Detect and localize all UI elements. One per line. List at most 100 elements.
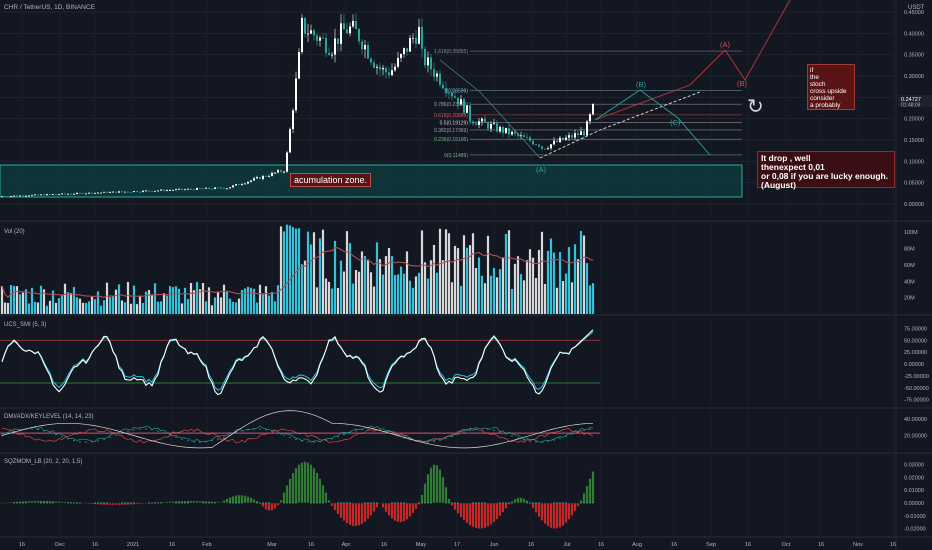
time-tick-label: 16	[19, 542, 25, 548]
chart[interactable]: 1.618(0.35855)1(0.26599)0.786(0.23398)0.…	[0, 0, 932, 550]
candle-body	[268, 176, 270, 177]
volume-bar	[519, 274, 523, 314]
candle-body	[586, 121, 588, 136]
candle-body	[382, 68, 384, 70]
volume-bar	[123, 302, 127, 314]
sqz-bar	[360, 502, 364, 524]
dmi-dot	[367, 428, 369, 430]
sqz-bar	[501, 502, 505, 513]
volume-tick-label: 100M	[904, 230, 918, 236]
time-tick-label: Dec	[55, 542, 65, 548]
candle-body	[205, 187, 207, 189]
candle-body	[553, 140, 555, 145]
sqz-dot	[484, 502, 486, 504]
sqz-dot	[505, 502, 507, 504]
volume-bar	[36, 302, 40, 314]
candle-body	[400, 54, 402, 58]
volume-bar	[561, 281, 565, 314]
sqz-dot	[100, 502, 102, 504]
volume-bar	[444, 229, 448, 314]
volume-bar	[57, 298, 61, 314]
candle-body	[52, 194, 54, 195]
candle-body	[418, 26, 420, 44]
sqz-bar	[522, 498, 526, 503]
candle-body	[190, 188, 192, 190]
sqz-dot	[571, 502, 573, 504]
volume-tick-label: 80M	[904, 247, 915, 253]
sqz-dot	[436, 502, 438, 504]
candle-body	[391, 70, 393, 76]
volume-bar	[174, 286, 178, 314]
volume-bar	[210, 305, 214, 314]
sqz-bar	[381, 502, 385, 508]
sqz-dot	[106, 502, 108, 504]
candle-body	[562, 137, 564, 140]
volume-bar	[558, 252, 562, 314]
sqz-bar	[462, 502, 466, 521]
sqz-dot	[7, 502, 9, 504]
candle-body	[349, 26, 351, 34]
volume-bar	[0, 286, 4, 314]
candle-body	[178, 188, 180, 190]
volume-bar	[18, 294, 22, 314]
candle-body	[118, 191, 120, 193]
sqz-bar	[231, 496, 235, 503]
sqz-dot	[184, 502, 186, 504]
dmi-dot	[79, 440, 81, 443]
volume-bar	[222, 284, 226, 314]
sqz-bar	[402, 502, 406, 522]
dmi-dot	[427, 441, 429, 443]
sqz-dot	[313, 502, 315, 504]
sqz-dot	[25, 502, 27, 504]
sqz-dot	[286, 502, 288, 504]
sqz-bar	[306, 462, 310, 503]
sqz-dot	[451, 502, 453, 504]
candle-body	[241, 184, 243, 185]
wave-label-b-red: (B)	[737, 79, 748, 88]
volume-bar	[477, 257, 481, 314]
sqz-dot	[334, 502, 336, 504]
volume-bar	[171, 287, 175, 314]
candle-body	[76, 192, 78, 194]
sqz-dot	[136, 502, 138, 504]
volume-bar	[309, 244, 313, 314]
sqz-dot	[124, 502, 126, 504]
sqz-dot	[103, 502, 105, 504]
volume-bar	[258, 284, 262, 314]
candle-body	[211, 188, 213, 190]
volume-bar	[345, 231, 349, 314]
candle-body	[403, 48, 405, 55]
volume-bar	[336, 287, 340, 314]
volume-bar	[432, 244, 436, 314]
sqz-bar	[534, 502, 538, 513]
wave-a-path	[439, 59, 541, 159]
candle-body	[247, 181, 249, 184]
candle-body	[433, 69, 435, 77]
time-tick-label: Jun	[490, 542, 499, 548]
candle-body	[550, 144, 552, 149]
candle-body	[448, 92, 450, 94]
sqz-dot	[397, 502, 399, 504]
volume-bar	[114, 289, 118, 314]
candle-body	[325, 38, 327, 53]
sqz-bar	[387, 502, 391, 516]
volume-bar	[366, 259, 370, 314]
candle-body	[100, 192, 102, 194]
volume-bar	[108, 297, 112, 314]
candle-body	[442, 84, 444, 89]
volume-bar	[381, 274, 385, 314]
volume-bar	[354, 269, 358, 314]
candle-body	[445, 88, 447, 93]
volume-bar	[177, 288, 181, 314]
sqz-dot	[472, 502, 474, 504]
sqz-dot	[427, 502, 429, 504]
candle-body	[328, 52, 330, 55]
dmi-dot	[271, 430, 273, 433]
sqz-bar	[453, 502, 457, 510]
refresh-icon[interactable]: ↻	[747, 94, 764, 119]
candle-body	[532, 140, 534, 145]
stoch-note: if the stoch cross upside consider a pro…	[807, 64, 855, 110]
volume-bar	[567, 247, 571, 314]
candle-body	[415, 37, 417, 44]
dmi-dot	[61, 436, 63, 438]
